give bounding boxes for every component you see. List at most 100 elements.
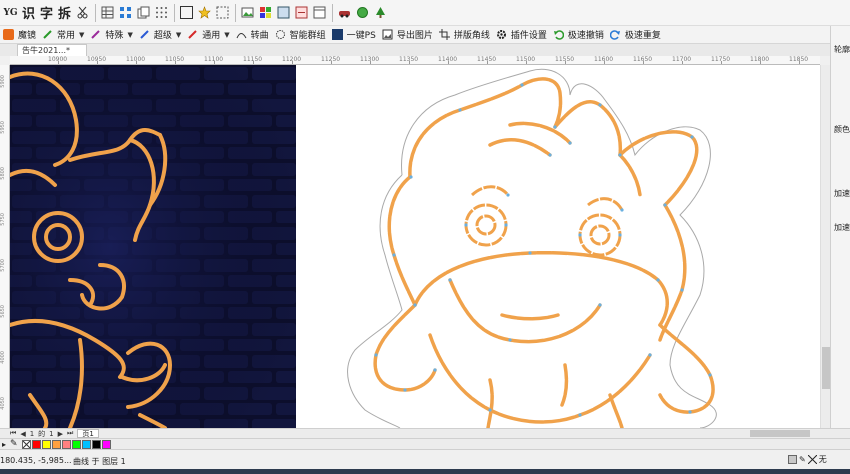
plugin-general[interactable]: 通用 ▼ [187,28,230,41]
cursor-coordinates: 180.435, -5,985... [0,456,72,465]
dropdown-arrow-icon[interactable]: ▼ [127,31,132,39]
flag-icon[interactable] [257,2,274,24]
undo-icon [553,29,564,40]
plugin-fast-undo[interactable]: 极速撤销 [553,28,604,41]
tree-icon[interactable] [372,2,389,24]
ball-icon[interactable] [354,2,371,24]
scissors-icon[interactable] [74,2,91,24]
ruler-tick [448,61,449,64]
plugin-common[interactable]: 常用 ▼ [42,28,84,41]
recognize-button[interactable]: 识 [20,2,37,24]
curve-icon [236,29,247,40]
drawing-canvas[interactable] [10,65,820,428]
plugin-super[interactable]: 超级 ▼ [139,28,181,41]
split-button[interactable]: 拆 [56,2,73,24]
last-page-icon[interactable]: ⏭ [67,429,73,438]
plugin-special[interactable]: 特殊 ▼ [90,28,133,41]
ruler-tick [604,61,605,64]
color-swatch[interactable] [41,439,51,449]
accelerate-label-2: 加速 [834,223,850,232]
pen-icon: ✎ [799,455,806,464]
main-toolbar: YG 识 字 拆 [0,0,850,26]
red-box-icon[interactable] [293,2,310,24]
dropdown-arrow-icon[interactable]: ▼ [79,31,84,39]
frame-icon[interactable] [178,2,195,24]
blue-box-icon[interactable] [275,2,292,24]
horizontal-ruler[interactable]: 10900 10950 11000 11050 11100 11150 11200 11250… [10,56,820,65]
ox-outline-artwork[interactable] [347,68,717,428]
plugin-export-image[interactable]: 导出图片 [382,28,433,41]
plugin-mirror[interactable]: 魔镜 [3,28,36,41]
plugin-convert-curve[interactable]: 转曲 [236,28,269,41]
document-tab[interactable]: 告牛2021...* [17,44,87,56]
document-tab-bar: 告牛2021...* [0,44,830,56]
taskbar-strip [0,469,850,474]
ruler-tick-label: 5800 [0,167,6,180]
color-swatch[interactable] [51,439,61,449]
pen-green-icon [42,29,53,40]
color-swatch[interactable] [61,439,71,449]
window-icon[interactable] [311,2,328,24]
vertical-ruler[interactable]: 5900 5950 5800 5750 5700 5650 4000 4050 [0,65,10,428]
grid-icon[interactable] [99,2,116,24]
fill-outline-indicator: ✎ 无 [788,454,827,465]
color-swatch[interactable] [71,439,81,449]
ruler-tick-label: 5750 [0,213,6,226]
plugin-fast-redo[interactable]: 极速重复 [609,28,661,41]
ruler-tick [97,61,98,64]
plugin-label: 转曲 [250,31,269,41]
pen-purple-icon [90,29,101,40]
plugin-label: 导出图片 [396,31,433,41]
car-icon[interactable] [336,2,353,24]
plugin-label: 插件设置 [510,31,547,41]
plugin-label: 通用 [202,31,221,41]
plugin-crop-marks[interactable]: 拼版角线 [438,28,490,41]
dots-grid-icon[interactable] [153,2,170,24]
no-color-swatch[interactable] [21,439,31,449]
palette-arrow-icon[interactable]: ▸ [2,440,6,449]
next-page-icon[interactable]: ▶ [58,430,63,438]
ruler-tick [799,61,800,64]
page-tab[interactable]: 页1 [77,429,99,438]
plugin-label: 极速重复 [624,31,661,41]
fill-indicator-icon[interactable] [788,455,797,464]
text-button[interactable]: 字 [38,2,55,24]
selection-info: 曲线 于 图层 1 [73,457,126,466]
plugin-one-click-ps[interactable]: 一键PS [331,28,376,41]
prev-page-icon[interactable]: ◀ [20,430,25,438]
eyedropper-icon[interactable]: ✎ [10,439,18,449]
color-swatch[interactable] [91,439,101,449]
vertical-scroll-thumb[interactable] [822,347,830,389]
color-swatch[interactable] [81,439,91,449]
dashed-select-icon[interactable] [214,2,231,24]
plugin-settings[interactable]: 插件设置 [496,28,547,41]
ruler-tick [214,61,215,64]
ruler-tick [721,61,722,64]
pen-red-icon [187,29,198,40]
horizontal-scroll-thumb[interactable] [750,430,810,437]
color-swatch[interactable] [31,439,41,449]
copy-icon[interactable] [135,2,152,24]
ruler-tick [253,61,254,64]
ps-icon [331,29,343,40]
accelerate-label: 加速 [834,189,850,198]
dropdown-arrow-icon[interactable]: ▼ [224,31,229,39]
color-palette: ▸ ✎ [0,438,850,449]
image-icon[interactable] [239,2,256,24]
first-page-icon[interactable]: ⏮ [10,429,16,438]
redo-icon [609,29,621,40]
page-total: 1 [49,429,54,438]
plugin-smart-group[interactable]: 智能群组 [275,28,326,41]
ruler-tick [370,61,371,64]
dropdown-arrow-icon[interactable]: ▼ [176,31,181,39]
star-icon[interactable] [196,2,213,24]
plugin-label: 特殊 [105,31,124,41]
toolbar-separator [95,3,96,22]
no-fill-icon[interactable] [807,455,817,464]
toolbar-separator [174,3,175,22]
vertical-scrollbar[interactable] [820,65,830,428]
align-nodes-icon[interactable] [117,2,134,24]
yg-logo[interactable]: YG [2,2,19,24]
color-swatch[interactable] [101,439,111,449]
plugin-label: 常用 [57,31,76,41]
